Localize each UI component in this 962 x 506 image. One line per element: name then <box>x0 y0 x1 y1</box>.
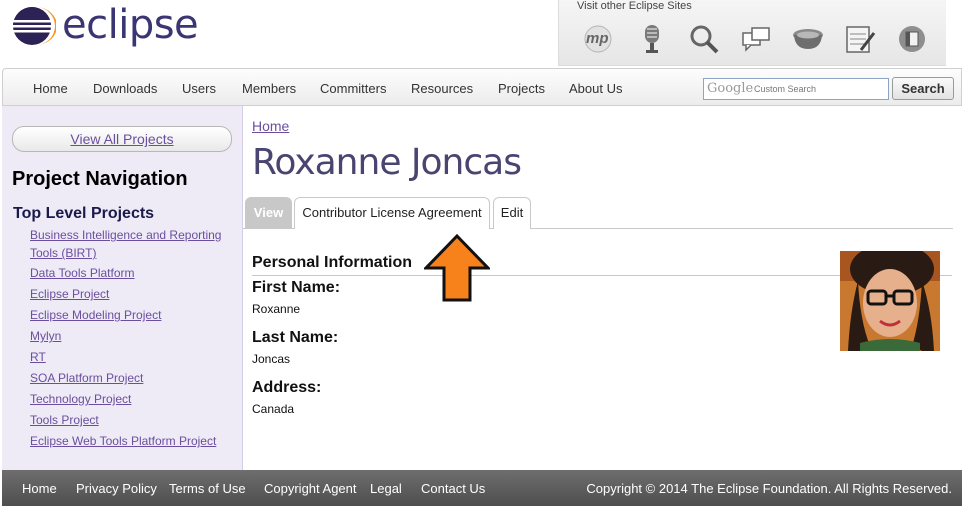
marketplace-icon-text: mp <box>586 30 609 47</box>
view-all-projects-button[interactable]: View All Projects <box>12 126 232 152</box>
tab-edit[interactable]: Edit <box>493 197 531 229</box>
breadcrumb-home[interactable]: Home <box>252 118 289 134</box>
sidebar: View All Projects Project Navigation Top… <box>2 106 243 470</box>
up-arrow-annotation-icon <box>424 234 490 302</box>
footer-privacy-policy-link[interactable]: Privacy Policy <box>76 481 157 496</box>
eclipse-logo[interactable]: eclipse <box>12 2 199 48</box>
project-navigation-heading: Project Navigation <box>12 168 188 190</box>
copyright-notice: Copyright © 2014 The Eclipse Foundation.… <box>586 481 952 496</box>
search-placeholder: Custom Search <box>754 84 817 94</box>
search-input[interactable]: Google Custom Search <box>703 78 889 100</box>
last-name-value: Joncas <box>252 352 291 366</box>
first-name-value: Roxanne <box>252 302 301 316</box>
tab-contributor-license-agreement[interactable]: Contributor License Agreement <box>294 197 490 229</box>
sidebar-project-data-tools[interactable]: Data Tools Platform <box>30 264 238 282</box>
footer-legal-link[interactable]: Legal <box>370 481 402 496</box>
nav-resources[interactable]: Resources <box>411 81 473 96</box>
book-icon[interactable] <box>895 22 929 56</box>
pot-icon[interactable] <box>791 22 825 56</box>
chat-bubbles-icon[interactable] <box>739 22 773 56</box>
nav-downloads[interactable]: Downloads <box>93 81 157 96</box>
first-name-label: First Name: <box>252 279 341 296</box>
last-name-label: Last Name: <box>252 329 339 346</box>
other-sites-label: Visit other Eclipse Sites <box>577 0 692 12</box>
notepad-icon[interactable] <box>843 22 877 56</box>
header: eclipse Visit other Eclipse Sites mp <box>0 0 962 68</box>
microphone-icon[interactable] <box>635 22 669 56</box>
profile-photo <box>840 251 940 351</box>
address-value: Canada <box>252 402 295 416</box>
nav-home[interactable]: Home <box>33 81 68 96</box>
footer-copyright-agent-link[interactable]: Copyright Agent <box>264 481 357 496</box>
sidebar-project-soa[interactable]: SOA Platform Project <box>30 369 238 387</box>
tab-view[interactable]: View <box>245 197 292 229</box>
nav-users[interactable]: Users <box>182 81 216 96</box>
sidebar-project-mylyn[interactable]: Mylyn <box>30 327 238 345</box>
address-label: Address: <box>252 379 322 396</box>
page-title: Roxanne Joncas <box>252 142 522 183</box>
personal-information-heading: Personal Information <box>252 254 413 271</box>
eclipse-logo-icon <box>13 7 56 45</box>
nav-about-us[interactable]: About Us <box>569 81 622 96</box>
sidebar-project-rt[interactable]: RT <box>30 348 238 366</box>
magnifier-icon[interactable] <box>687 22 721 56</box>
sidebar-project-modeling[interactable]: Eclipse Modeling Project <box>30 306 238 324</box>
other-eclipse-sites-panel: Visit other Eclipse Sites mp <box>558 0 946 66</box>
logo-wordmark: eclipse <box>62 2 199 48</box>
sidebar-project-birt[interactable]: Business Intelligence and Reporting Tool… <box>30 226 238 262</box>
nav-projects[interactable]: Projects <box>498 81 545 96</box>
main-nav: Home Downloads Users Members Committers … <box>2 68 962 106</box>
nav-committers[interactable]: Committers <box>320 81 386 96</box>
google-logo: Google <box>707 81 754 96</box>
sidebar-project-eclipse[interactable]: Eclipse Project <box>30 285 238 303</box>
footer-home-link[interactable]: Home <box>22 481 57 496</box>
footer: Home Privacy Policy Terms of Use Copyrig… <box>2 470 962 506</box>
top-level-projects-heading: Top Level Projects <box>13 205 155 222</box>
footer-terms-of-use-link[interactable]: Terms of Use <box>169 481 246 496</box>
nav-members[interactable]: Members <box>242 81 296 96</box>
sidebar-project-technology[interactable]: Technology Project <box>30 390 238 408</box>
sidebar-project-web-tools[interactable]: Eclipse Web Tools Platform Project <box>30 432 238 450</box>
footer-contact-us-link[interactable]: Contact Us <box>421 481 485 496</box>
search-button[interactable]: Search <box>892 77 954 100</box>
sidebar-project-tools[interactable]: Tools Project <box>30 411 238 429</box>
marketplace-icon[interactable]: mp <box>581 22 615 56</box>
